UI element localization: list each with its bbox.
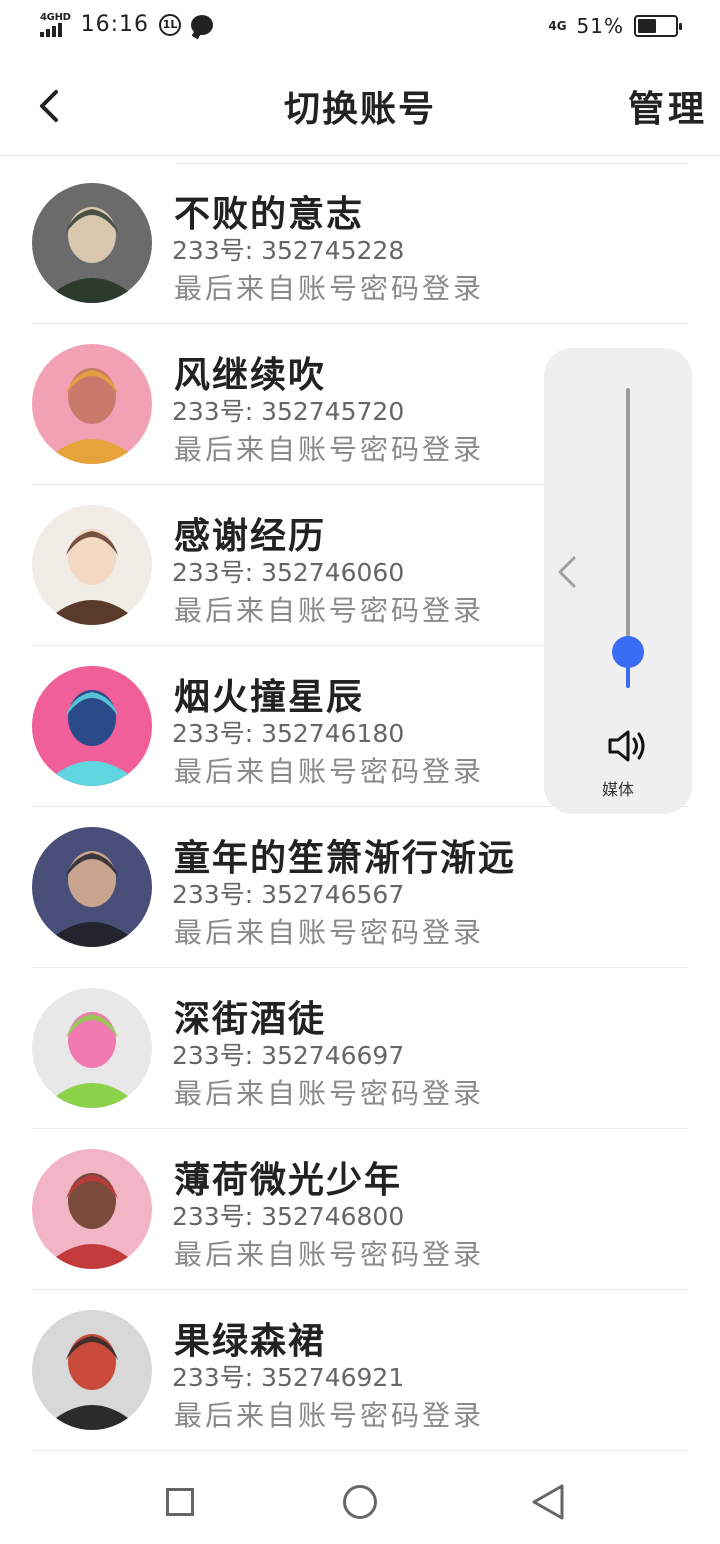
account-name: 烟火撞星辰 bbox=[174, 677, 365, 718]
avatar bbox=[32, 1149, 152, 1269]
back-triangle-icon[interactable] bbox=[530, 1482, 566, 1522]
home-circle-icon[interactable] bbox=[343, 1485, 377, 1519]
account-id: 233号: 352746697 bbox=[172, 1041, 405, 1070]
status-right: 4G 51% bbox=[548, 14, 682, 38]
account-name: 薄荷微光少年 bbox=[174, 1160, 403, 1201]
page-title: 切换账号 bbox=[283, 89, 436, 130]
clock: 16:16 bbox=[80, 12, 150, 37]
account-name: 感谢经历 bbox=[174, 516, 327, 557]
network-4g-label: 4G bbox=[548, 19, 567, 33]
last-login-info: 最后来自账号密码登录 bbox=[174, 916, 485, 949]
signal-icon: 4GHD bbox=[40, 11, 71, 37]
last-login-info: 最后来自账号密码登录 bbox=[174, 1077, 485, 1110]
battery-percent: 51% bbox=[576, 14, 624, 38]
nav-bar bbox=[0, 1454, 720, 1544]
account-name: 风继续吹 bbox=[174, 355, 327, 396]
recents-square-icon[interactable] bbox=[166, 1488, 194, 1516]
avatar bbox=[32, 1310, 152, 1430]
account-id: 233号: 352746180 bbox=[172, 719, 405, 748]
network-type: 4GHD bbox=[40, 11, 71, 23]
account-id: 233号: 352746921 bbox=[172, 1363, 405, 1392]
account-name: 深街酒徒 bbox=[174, 999, 327, 1040]
speaker-icon[interactable] bbox=[606, 728, 650, 764]
account-item[interactable]: 薄荷微光少年 233号: 352746800 最后来自账号密码登录 bbox=[0, 1129, 720, 1290]
account-id: 233号: 352746060 bbox=[172, 558, 405, 587]
last-login-info: 最后来自账号密码登录 bbox=[174, 594, 485, 627]
account-id: 233号: 352746800 bbox=[172, 1202, 405, 1231]
account-item[interactable]: 童年的笙箫渐行渐远 233号: 352746567 最后来自账号密码登录 bbox=[0, 807, 720, 968]
avatar bbox=[32, 988, 152, 1108]
chevron-left-icon[interactable] bbox=[556, 554, 578, 590]
account-name: 不败的意志 bbox=[174, 194, 365, 235]
account-item[interactable]: 果绿森裙 233号: 352746921 最后来自账号密码登录 bbox=[0, 1290, 720, 1451]
account-id: 233号: 352745720 bbox=[172, 397, 405, 426]
account-name: 果绿森裙 bbox=[174, 1321, 327, 1362]
mode-badge-icon: 1L bbox=[159, 13, 182, 36]
message-icon bbox=[191, 14, 214, 35]
status-bar: 4GHD 16:16 1L 4G 51% bbox=[0, 0, 720, 56]
account-name: 童年的笙箫渐行渐远 bbox=[174, 838, 517, 879]
account-id: 233号: 352745228 bbox=[172, 236, 405, 265]
app-header: 切换账号 管理 bbox=[0, 56, 720, 156]
status-left: 4GHD 16:16 1L bbox=[40, 11, 214, 37]
avatar bbox=[32, 666, 152, 786]
avatar bbox=[32, 183, 152, 303]
volume-label: 媒体 bbox=[601, 780, 634, 799]
last-login-info: 最后来自账号密码登录 bbox=[174, 433, 485, 466]
last-login-info: 最后来自账号密码登录 bbox=[174, 1238, 485, 1271]
last-login-info: 最后来自账号密码登录 bbox=[174, 755, 485, 788]
account-item[interactable]: 不败的意志 233号: 352745228 最后来自账号密码登录 bbox=[0, 163, 720, 324]
avatar bbox=[32, 827, 152, 947]
manage-button[interactable]: 管理 bbox=[628, 80, 708, 132]
last-login-info: 最后来自账号密码登录 bbox=[174, 272, 485, 305]
volume-slider-knob[interactable] bbox=[612, 636, 644, 668]
battery-icon bbox=[634, 15, 682, 37]
volume-panel: 媒体 bbox=[544, 348, 692, 814]
last-login-info: 最后来自账号密码登录 bbox=[174, 1399, 485, 1432]
avatar bbox=[32, 344, 152, 464]
avatar bbox=[32, 505, 152, 625]
account-id: 233号: 352746567 bbox=[172, 880, 405, 909]
account-item[interactable]: 深街酒徒 233号: 352746697 最后来自账号密码登录 bbox=[0, 968, 720, 1129]
